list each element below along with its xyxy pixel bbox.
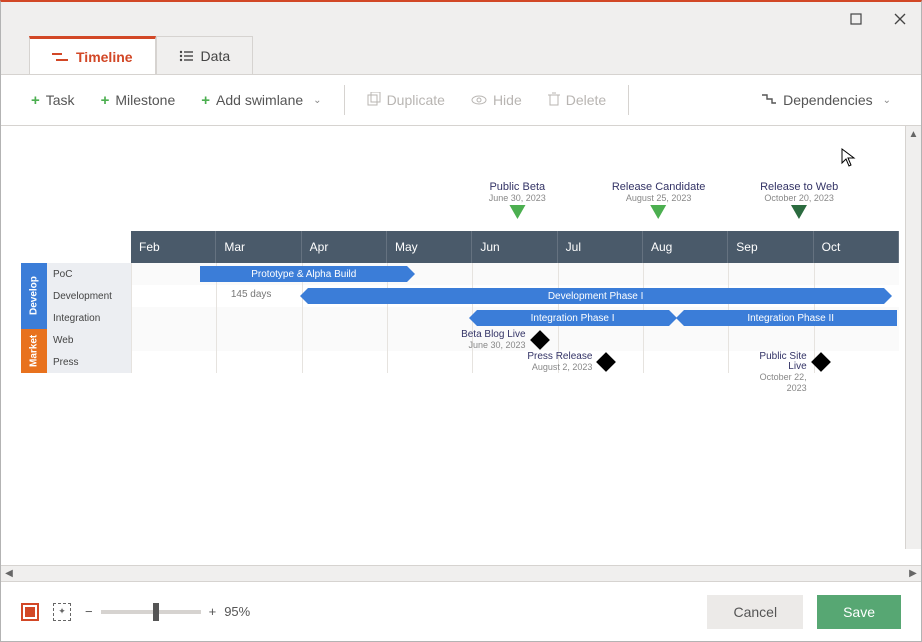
milestone-label: Beta Blog LiveJune 30, 2023 (461, 330, 540, 351)
tab-label: Data (201, 48, 231, 64)
dependencies-icon (761, 92, 777, 108)
tab-label: Timeline (76, 49, 133, 65)
zoom-out-button[interactable]: − (85, 604, 93, 619)
task-bar[interactable]: Integration Phase I (477, 310, 669, 326)
row-track[interactable]: Beta Blog LiveJune 30, 2023 (131, 329, 899, 351)
swimlane: MarketWebBeta Blog LiveJune 30, 2023Pres… (21, 329, 899, 373)
month-cell: May (387, 231, 472, 263)
month-cell: Sep (728, 231, 813, 263)
row-label: Development (47, 285, 131, 307)
save-button[interactable]: Save (817, 595, 901, 629)
swimlane-label[interactable]: Develop (21, 263, 47, 329)
row-track[interactable]: Prototype & Alpha Build (131, 263, 899, 285)
add-swimlane-button[interactable]: +Add swimlane⌄ (191, 86, 331, 115)
swimlane-label[interactable]: Market (21, 329, 47, 373)
scroll-track[interactable] (17, 568, 905, 580)
delete-button: Delete (538, 86, 616, 115)
fit-page-icon[interactable] (21, 603, 39, 621)
titlebar (1, 2, 921, 36)
eye-icon (471, 92, 487, 108)
add-task-button[interactable]: +Task (21, 86, 85, 115)
canvas-area: Public BetaJune 30, 2023 Release Candidat… (1, 126, 921, 581)
fit-width-icon[interactable]: ✦ (53, 603, 71, 621)
month-cell: Aug (643, 231, 728, 263)
tab-data[interactable]: Data (156, 36, 254, 74)
zoom-value: 95% (224, 604, 250, 619)
chevron-down-icon: ⌄ (313, 95, 321, 106)
flag-title: Public Beta (489, 181, 546, 193)
duplicate-button: Duplicate (357, 86, 455, 115)
zoom-slider[interactable] (101, 610, 201, 614)
month-cell: Apr (302, 231, 387, 263)
timeline-row: PressPress ReleaseAugust 2, 2023Public S… (47, 351, 899, 373)
timeline-row: IntegrationIntegration Phase IIntegratio… (47, 307, 899, 329)
row-track[interactable]: Development Phase I 145 days (131, 285, 899, 307)
hide-button: Hide (461, 86, 532, 114)
flag-date: August 25, 2023 (612, 193, 706, 203)
month-cell: Jul (558, 231, 643, 263)
row-label: Press (47, 351, 131, 373)
cancel-button[interactable]: Cancel (707, 595, 803, 629)
add-milestone-button[interactable]: +Milestone (91, 86, 186, 115)
month-cell: Mar (216, 231, 301, 263)
timeline-row: Development Development Phase I 145 days (47, 285, 899, 307)
scroll-left-arrow[interactable]: ◀ (1, 568, 17, 579)
timeline-icon (52, 51, 68, 63)
close-button[interactable] (887, 6, 913, 32)
row-label: Web (47, 329, 131, 351)
task-bar[interactable]: Prototype & Alpha Build (200, 266, 407, 282)
toolbar: +Task +Milestone +Add swimlane⌄ Duplicat… (1, 74, 921, 126)
month-cell: Feb (131, 231, 216, 263)
flag-date: October 20, 2023 (760, 193, 838, 203)
row-track[interactable]: Integration Phase I Integration Phase II (131, 307, 899, 329)
milestone-flag[interactable]: Release to WebOctober 20, 2023 (760, 181, 838, 219)
footer: ✦ − + 95% Cancel Save (1, 581, 921, 641)
milestone-label: Public Site LiveOctober 22, 2023 (742, 352, 820, 394)
zoom-thumb[interactable] (153, 603, 159, 621)
month-cell: Oct (814, 231, 899, 263)
zoom-in-button[interactable]: + (209, 604, 217, 619)
flag-date: June 30, 2023 (489, 193, 546, 203)
milestone-label: Press ReleaseAugust 2, 2023 (527, 352, 606, 373)
flag-triangle-icon (651, 205, 667, 219)
duration-label: 145 days (231, 289, 272, 300)
dependencies-button[interactable]: Dependencies⌄ (751, 86, 901, 114)
swimlane: DevelopPoC Prototype & Alpha Build Develop… (21, 263, 899, 329)
duplicate-icon (367, 92, 381, 109)
row-track[interactable]: Press ReleaseAugust 2, 2023Public Site L… (131, 351, 899, 373)
list-icon (179, 50, 193, 62)
row-label: Integration (47, 307, 131, 329)
month-header: FebMarAprMayJunJulAugSepOct (21, 231, 899, 263)
divider (344, 85, 345, 115)
cursor-icon (841, 148, 857, 173)
view-tabs: Timeline Data (29, 36, 253, 74)
timeline-row: PoC Prototype & Alpha Build (47, 263, 899, 285)
task-bar[interactable]: Integration Phase II (684, 310, 898, 326)
flag-triangle-icon (509, 205, 525, 219)
divider (628, 85, 629, 115)
flag-title: Release Candidate (612, 181, 706, 193)
month-cell: Jun (472, 231, 557, 263)
horizontal-scrollbar[interactable]: ◀ ▶ (1, 565, 921, 581)
vertical-scrollbar[interactable]: ▲ (905, 126, 921, 549)
row-label: PoC (47, 263, 131, 285)
trash-icon (548, 92, 560, 109)
chevron-down-icon: ⌄ (883, 95, 891, 106)
maximize-button[interactable] (843, 6, 869, 32)
timeline-row: Web Beta Blog LiveJune 30, 2023 (47, 329, 899, 351)
milestone-flag[interactable]: Public BetaJune 30, 2023 (489, 181, 546, 219)
milestone-flag[interactable]: Release CandidateAugust 25, 2023 (612, 181, 706, 219)
flag-triangle-icon (791, 205, 807, 219)
flag-title: Release to Web (760, 181, 838, 193)
tab-timeline[interactable]: Timeline (29, 36, 156, 74)
timeline-canvas[interactable]: Public BetaJune 30, 2023 Release Candidat… (1, 126, 921, 565)
task-bar[interactable]: Development Phase I (308, 288, 884, 304)
scroll-right-arrow[interactable]: ▶ (905, 568, 921, 579)
scroll-up-arrow[interactable]: ▲ (906, 126, 921, 142)
zoom-control: − + 95% (85, 604, 250, 619)
